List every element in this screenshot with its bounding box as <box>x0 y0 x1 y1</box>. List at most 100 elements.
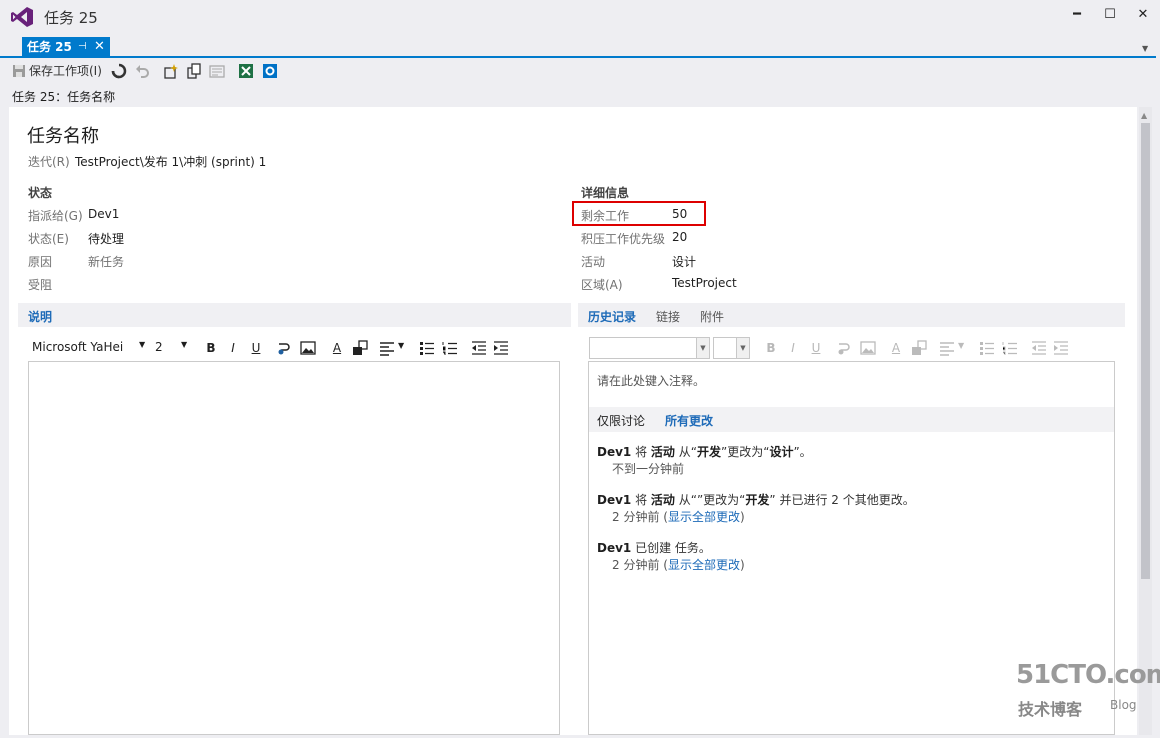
reason-field[interactable]: 新任务 <box>88 253 124 270</box>
history-font-name-select[interactable]: ▼ <box>589 337 710 359</box>
tab-attachments[interactable]: 附件 <box>700 308 724 325</box>
entry-text: ”更改为“ <box>721 445 770 459</box>
font-name-dropdown-icon[interactable]: ▼ <box>139 340 145 349</box>
entry-time-row: 2 分钟前 (显示全部更改) <box>612 508 745 525</box>
email-work-item-icon[interactable] <box>209 63 225 79</box>
document-tab-task-25[interactable]: 任务 25 ⊣ ✕ <box>22 37 110 57</box>
scroll-up-icon[interactable]: ▲ <box>1141 111 1147 120</box>
font-size-select[interactable]: 2 <box>155 340 163 354</box>
entry-text: 将 <box>631 493 651 507</box>
bold-icon[interactable]: B <box>203 340 219 356</box>
tab-history[interactable]: 历史记录 <box>588 308 636 325</box>
highlight-color-icon[interactable] <box>352 340 368 356</box>
state-field[interactable]: 待处理 <box>88 230 124 247</box>
align-dropdown-icon[interactable]: ▼ <box>398 341 404 350</box>
work-item-toolbar: 保存工作项(I) <box>0 60 1160 82</box>
excel-icon[interactable] <box>238 63 254 79</box>
activity-field[interactable]: 设计 <box>672 253 696 270</box>
copy-work-item-icon[interactable] <box>186 63 202 79</box>
remaining-work-highlight-box <box>572 201 706 226</box>
title-bar: 任务 25 ━ ☐ ✕ <box>0 0 1160 34</box>
details-section-header: 详细信息 <box>581 186 630 200</box>
maximize-button[interactable]: ☐ <box>1095 4 1125 26</box>
history-filter-bar: 仅限讨论 所有更改 <box>589 407 1114 432</box>
window-title: 任务 25 <box>44 9 98 27</box>
entry-to-value: 开发 <box>745 493 770 507</box>
history-decrease-indent-icon[interactable] <box>1031 340 1047 356</box>
filter-all-changes[interactable]: 所有更改 <box>665 412 713 429</box>
scrollbar-thumb[interactable] <box>1141 123 1150 579</box>
minimize-button[interactable]: ━ <box>1062 4 1092 26</box>
insert-image-icon[interactable] <box>300 340 316 356</box>
filter-discussion-only[interactable]: 仅限讨论 <box>597 412 645 429</box>
entry-text: ) <box>739 558 745 572</box>
history-numbered-list-icon[interactable] <box>1002 340 1018 356</box>
entry-text: ) <box>739 510 745 524</box>
assigned-to-field[interactable]: Dev1 <box>88 207 119 221</box>
increase-indent-icon[interactable] <box>493 340 509 356</box>
history-entry: Dev1 将 活动 从“开发”更改为“设计”。 <box>597 443 812 460</box>
history-insert-image-icon[interactable] <box>860 340 876 356</box>
history-size-dropdown-icon[interactable]: ▼ <box>736 338 749 358</box>
history-header: 历史记录 链接 附件 <box>578 303 1125 327</box>
breadcrumb: 任务 25：任务名称 <box>12 90 116 104</box>
show-all-changes-link[interactable]: 显示全部更改 <box>668 510 740 524</box>
hyperlink-icon[interactable] <box>276 340 292 356</box>
bulleted-list-icon[interactable] <box>419 340 435 356</box>
vertical-scrollbar[interactable]: ▲ <box>1139 107 1152 735</box>
italic-icon[interactable]: I <box>225 340 241 356</box>
font-size-dropdown-icon[interactable]: ▼ <box>181 340 187 349</box>
entry-text: 从“ <box>674 445 697 459</box>
show-all-changes-link[interactable]: 显示全部更改 <box>668 558 740 572</box>
close-window-button[interactable]: ✕ <box>1128 4 1158 26</box>
entry-time: 不到一分钟前 <box>612 462 685 476</box>
history-align-dropdown-icon[interactable]: ▼ <box>958 341 964 350</box>
history-hyperlink-icon[interactable] <box>836 340 852 356</box>
history-align-icon[interactable] <box>939 340 955 356</box>
history-highlight-color-icon[interactable] <box>911 340 927 356</box>
save-work-item-button[interactable]: 保存工作项(I) <box>29 63 102 79</box>
description-header: 说明 <box>18 303 571 327</box>
pin-tab-icon[interactable]: ⊣ <box>78 37 87 57</box>
history-underline-icon[interactable]: U <box>808 340 824 356</box>
entry-field: 活动 <box>650 445 675 459</box>
close-tab-icon[interactable]: ✕ <box>94 37 105 57</box>
history-italic-icon[interactable]: I <box>785 340 801 356</box>
description-editor[interactable] <box>28 361 560 735</box>
comment-input[interactable]: 请在此处键入注释。 <box>597 372 705 389</box>
history-increase-indent-icon[interactable] <box>1053 340 1069 356</box>
save-icon <box>13 65 25 77</box>
watermark-site: 51CTO.com <box>1016 660 1160 690</box>
outlook-icon[interactable] <box>262 63 278 79</box>
backlog-priority-field[interactable]: 20 <box>672 230 687 244</box>
decrease-indent-icon[interactable] <box>471 340 487 356</box>
entry-user: Dev1 <box>597 541 632 555</box>
document-tab-strip: 任务 25 ⊣ ✕ <box>0 34 1160 58</box>
align-icon[interactable] <box>379 340 395 356</box>
tab-dropdown-icon[interactable]: ▼ <box>1142 44 1148 53</box>
numbered-list-icon[interactable] <box>442 340 458 356</box>
underline-icon[interactable]: U <box>248 340 264 356</box>
history-bold-icon[interactable]: B <box>763 340 779 356</box>
work-item-title-field[interactable]: 任务名称 <box>27 122 99 148</box>
area-field[interactable]: TestProject <box>672 276 737 290</box>
iteration-label: 迭代(R) <box>28 155 70 169</box>
history-bulleted-list-icon[interactable] <box>979 340 995 356</box>
backlog-priority-label: 积压工作优先级 <box>581 232 666 246</box>
area-label: 区域(A) <box>581 278 623 292</box>
history-font-size-select[interactable]: ▼ <box>713 337 750 359</box>
new-linked-work-item-icon[interactable] <box>163 63 179 79</box>
history-font-color-icon[interactable]: A <box>888 340 904 356</box>
entry-text: 从“”更改为“ <box>674 493 746 507</box>
iteration-field[interactable]: TestProject\发布 1\冲刺 (sprint) 1 <box>75 153 266 170</box>
description-tab[interactable]: 说明 <box>28 308 52 325</box>
entry-time-row: 2 分钟前 (显示全部更改) <box>612 556 745 573</box>
font-color-icon[interactable]: A <box>329 340 345 356</box>
refresh-icon[interactable] <box>111 63 127 79</box>
undo-icon[interactable] <box>135 63 151 79</box>
font-name-select[interactable]: Microsoft YaHei <box>32 340 123 354</box>
history-font-dropdown-icon[interactable]: ▼ <box>696 338 709 358</box>
tab-links[interactable]: 链接 <box>656 308 680 325</box>
assigned-to-label: 指派给(G) <box>28 209 83 223</box>
description-editor-toolbar: Microsoft YaHei ▼ 2 ▼ B I U A ▼ <box>28 337 560 359</box>
